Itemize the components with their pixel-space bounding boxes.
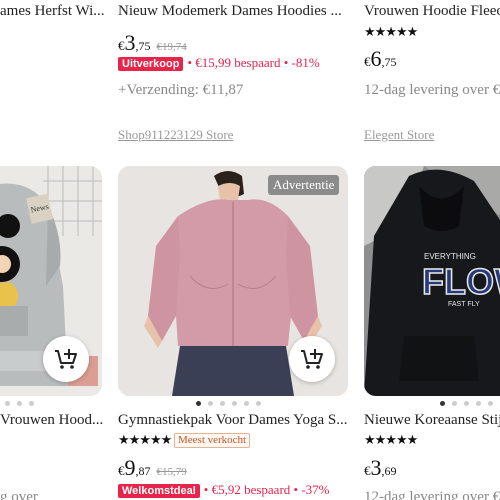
svg-text:FAST FLY: FAST FLY [448,301,480,308]
original-price: €19,74 [156,41,187,53]
product-price: €6,75 [364,46,397,71]
store-link[interactable]: Elegent Store [364,127,434,143]
ad-label: Advertentie [268,175,340,195]
rating-stars: ★★★★★ [118,432,172,447]
add-to-cart-button[interactable] [43,336,89,382]
add-to-cart-icon [301,349,323,369]
shipping-info: 12-dag levering over € [364,82,500,98]
promo-line: Uitverkoop • €15,99 bespaard • -81% [118,55,320,71]
original-price: €15,79 [156,466,187,478]
product-title[interactable]: Vrouwen Hood... [0,412,104,429]
svg-text:FLOW: FLOW [422,261,500,302]
svg-text:EVERYTHING: EVERYTHING [424,252,476,261]
product-title[interactable]: Nieuw Modemerk Dames Hoodies ... [118,3,348,20]
image-carousel-dots [196,401,261,406]
product-image[interactable]: EVERYTHING FLOW FAST FLY [364,166,500,396]
product-title[interactable]: Nieuwe Koreaanse Stij [364,412,500,429]
add-to-cart-icon [55,349,77,369]
black-hoodie-image: EVERYTHING FLOW FAST FLY [364,166,500,396]
welcome-deal-badge: Welkomstdeal [118,484,200,498]
product-title[interactable]: Vrouwen Hoodie Fleec [364,3,500,20]
image-carousel-dots [5,401,34,406]
rating-stars: ★★★★★ [364,24,418,39]
image-carousel-dots [440,401,493,406]
bestseller-badge: Meest verkocht [174,433,251,448]
product-price: €3,69 [364,455,397,480]
rating-stars: ★★★★★ [364,432,418,447]
shipping-info: +Verzending: €11,87 [118,82,244,98]
product-price: €9,87 €15,79 [118,455,187,480]
add-to-cart-button[interactable] [289,336,335,382]
shipping-info: 12-dag levering over € [364,489,500,500]
product-title[interactable]: Gymnastiekpak Voor Dames Yoga S... [118,412,350,429]
product-price: €3,75 €19,74 [118,30,187,55]
shipping-info: g over [0,489,38,500]
store-link[interactable]: Shop911223129 Store [118,127,233,143]
product-title[interactable]: ames Herfst Wi... [0,3,104,20]
promo-line: Welkomstdeal • €5,92 bespaard • -37% [118,482,330,498]
sale-badge: Uitverkoop [118,57,184,71]
